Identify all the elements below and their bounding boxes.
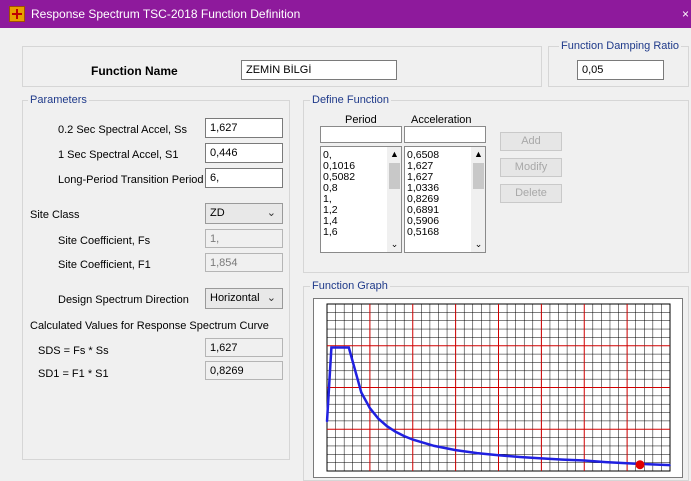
period-list[interactable]: 0, 0,1016 0,5082 0,8 1, 1,2 1,4 1,6 ▲ ⌄ [320, 146, 402, 253]
data-point [330, 346, 333, 349]
direction-select[interactable]: Horizontal ⌄ [205, 288, 283, 309]
site-class-label: Site Class [30, 209, 80, 221]
data-point [540, 457, 543, 460]
modify-button[interactable]: Modify [500, 158, 562, 177]
parameters-group-label: Parameters [28, 94, 89, 106]
site-class-select[interactable]: ZD ⌄ [205, 203, 283, 224]
acceleration-list-scrollbar[interactable]: ▲ ⌄ [471, 147, 485, 252]
site-class-value: ZD [210, 207, 225, 219]
data-point [604, 461, 607, 463]
function-graph-frame [313, 298, 683, 478]
period-list-scrollbar[interactable]: ▲ ⌄ [387, 147, 401, 252]
data-point [497, 454, 500, 457]
data-point [386, 425, 388, 427]
data-point [369, 407, 371, 410]
title-bar: Response Spectrum TSC-2018 Function Defi… [0, 0, 691, 28]
scrollbar-thumb[interactable] [389, 163, 400, 189]
f1-field [205, 253, 283, 272]
data-point [403, 435, 405, 437]
s1-label: 1 Sec Spectral Accel, S1 [58, 149, 179, 161]
sd1-label: SD1 = F1 * S1 [38, 368, 109, 380]
sd1-field [205, 361, 283, 380]
data-point [394, 430, 397, 433]
sds-label: SDS = Fs * Ss [38, 345, 109, 357]
sds-field [205, 338, 283, 357]
function-name-label: Function Name [91, 64, 178, 78]
acceleration-edit-box[interactable] [404, 126, 486, 143]
function-name-input[interactable] [241, 60, 397, 80]
tl-input[interactable] [205, 168, 283, 188]
calc-values-title: Calculated Values for Response Spectrum … [30, 320, 269, 332]
data-point [411, 438, 414, 441]
chevron-down-icon: ⌄ [266, 207, 276, 219]
app-icon [9, 6, 25, 22]
damping-group-label: Function Damping Ratio [559, 40, 682, 52]
scrollbar-thumb[interactable] [473, 163, 484, 189]
add-button[interactable]: Add [500, 132, 562, 151]
direction-label: Design Spectrum Direction [58, 294, 189, 306]
data-point [647, 463, 650, 466]
ss-input[interactable] [205, 118, 283, 138]
close-icon[interactable]: × [682, 7, 689, 21]
data-point [626, 462, 628, 465]
delete-button[interactable]: Delete [500, 184, 562, 203]
data-point [360, 391, 363, 394]
period-edit-box[interactable] [320, 126, 402, 143]
data-point [476, 452, 478, 454]
acceleration-header: Acceleration [411, 114, 472, 126]
function-graph-group-label: Function Graph [310, 280, 390, 292]
direction-value: Horizontal [210, 292, 260, 304]
scroll-down-icon[interactable]: ⌄ [471, 239, 485, 250]
data-point [583, 459, 586, 462]
data-point [454, 449, 457, 451]
data-point [326, 420, 328, 423]
scroll-up-icon[interactable]: ▲ [387, 149, 401, 159]
fs-field [205, 229, 283, 248]
s1-input[interactable] [205, 143, 283, 163]
damping-ratio-input[interactable] [577, 60, 664, 80]
current-point-marker [635, 460, 645, 470]
data-point [433, 445, 435, 447]
scroll-down-icon[interactable]: ⌄ [387, 239, 401, 250]
period-header: Period [345, 114, 377, 126]
chevron-down-icon: ⌄ [266, 292, 276, 304]
data-point [347, 346, 350, 349]
tl-label: Long-Period Transition Period [58, 174, 204, 186]
fs-label: Site Coefficient, Fs [58, 235, 151, 247]
dialog-window: Response Spectrum TSC-2018 Function Defi… [0, 0, 691, 481]
f1-label: Site Coefficient, F1 [58, 259, 151, 271]
data-point [519, 456, 521, 458]
function-graph-chart [325, 303, 671, 472]
acceleration-list[interactable]: 0,6508 1,627 1,627 1,0336 0,8269 0,6891 0,5906… [404, 146, 486, 253]
data-point [669, 464, 671, 466]
data-point [377, 417, 380, 420]
window-title: Response Spectrum TSC-2018 Function Defi… [31, 7, 301, 21]
data-point [562, 458, 564, 461]
ss-label: 0.2 Sec Spectral Accel, Ss [58, 124, 188, 136]
define-function-group-label: Define Function [310, 94, 392, 106]
scroll-up-icon[interactable]: ▲ [471, 149, 485, 159]
